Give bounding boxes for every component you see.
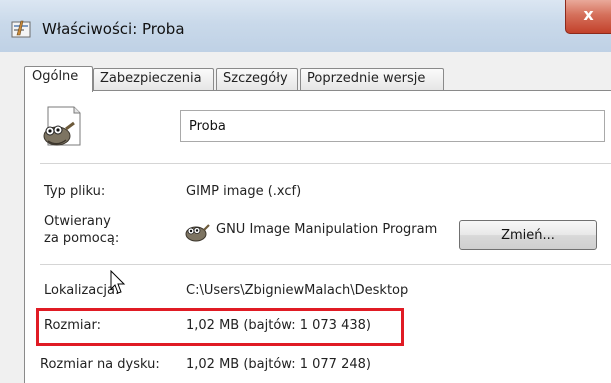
tab-security[interactable]: Zabezpieczenia bbox=[93, 68, 214, 90]
file-type-label: Typ pliku: bbox=[44, 184, 106, 199]
tab-details-label: Szczegóły bbox=[223, 71, 288, 86]
disk-size-value: 1,02 MB (bajtów: 1 077 248) bbox=[186, 357, 371, 372]
tab-general[interactable]: Ogólne bbox=[24, 66, 93, 92]
opens-with-label-line1: Otwierany bbox=[44, 214, 111, 229]
location-value: C:\Users\ZbigniewMalach\Desktop bbox=[186, 283, 409, 298]
tab-general-label: Ogólne bbox=[32, 69, 79, 84]
opens-with-value: GNU Image Manipulation Program bbox=[216, 222, 438, 237]
gimp-program-icon bbox=[185, 224, 210, 242]
gimp-file-icon bbox=[43, 106, 81, 146]
size-highlight-box bbox=[36, 308, 404, 346]
separator bbox=[40, 163, 611, 164]
tab-previous-versions-label: Poprzednie wersje bbox=[307, 71, 426, 86]
location-label: Lokalizacja: bbox=[44, 283, 120, 298]
window-title: Właściwości: Proba bbox=[42, 20, 185, 38]
close-button[interactable]: x bbox=[565, 0, 611, 34]
properties-icon bbox=[11, 20, 31, 38]
close-icon: x bbox=[583, 5, 594, 24]
tab-previous-versions[interactable]: Poprzednie wersje bbox=[300, 68, 444, 90]
mouse-cursor-icon bbox=[110, 270, 126, 294]
tab-details[interactable]: Szczegóły bbox=[216, 68, 298, 90]
disk-size-label: Rozmiar na dysku: bbox=[40, 357, 160, 372]
title-bar: Właściwości: Proba x bbox=[0, 0, 611, 52]
file-name-input[interactable] bbox=[180, 110, 605, 142]
separator bbox=[40, 264, 611, 265]
tab-security-label: Zabezpieczenia bbox=[100, 71, 202, 86]
change-program-button[interactable]: Zmień... bbox=[459, 220, 597, 250]
opens-with-label-line2: za pomocą: bbox=[44, 231, 120, 246]
file-type-value: GIMP image (.xcf) bbox=[186, 184, 302, 199]
